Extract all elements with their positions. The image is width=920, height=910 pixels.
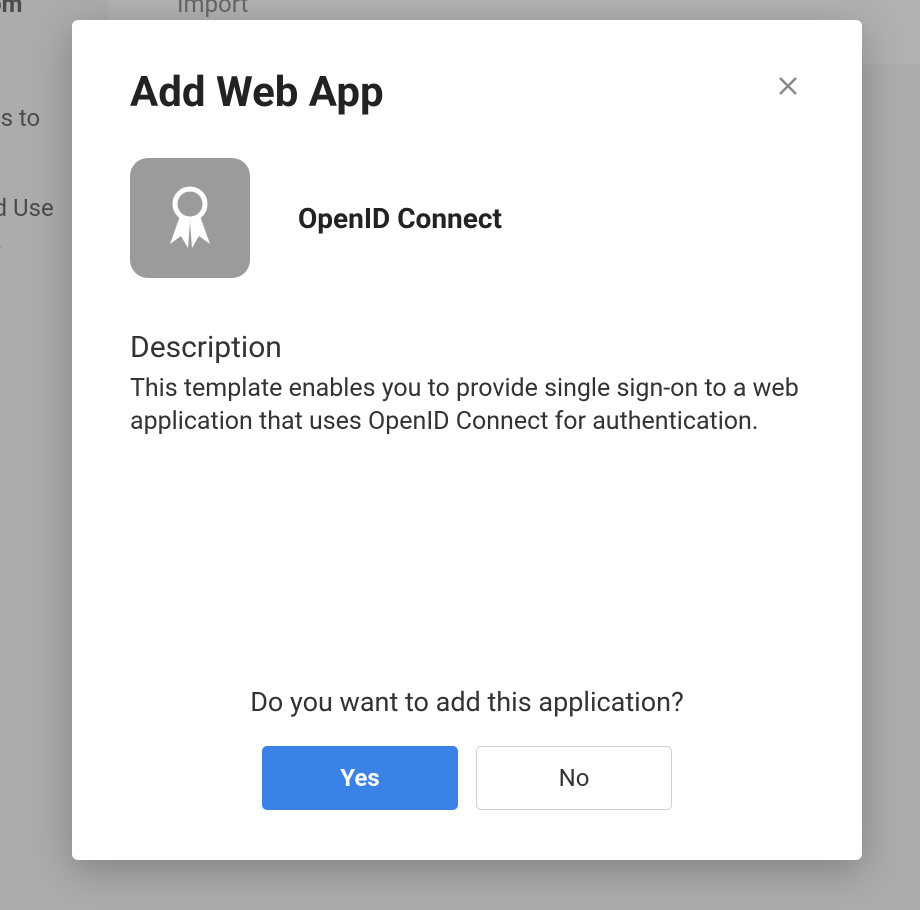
ribbon-award-icon [150, 178, 230, 258]
close-icon [776, 74, 800, 98]
description-body: This template enables you to provide sin… [130, 373, 804, 438]
confirm-question: Do you want to add this application? [130, 686, 804, 718]
no-button[interactable]: No [476, 746, 672, 810]
description-heading: Description [130, 330, 804, 365]
modal-header: Add Web App [130, 70, 804, 116]
yes-button[interactable]: Yes [262, 746, 458, 810]
button-row: Yes No [130, 746, 804, 810]
app-row: OpenID Connect [130, 158, 804, 278]
modal-title: Add Web App [130, 70, 384, 116]
add-web-app-modal: Add Web App OpenID Connect Description T… [72, 20, 862, 860]
modal-overlay[interactable]: Add Web App OpenID Connect Description T… [0, 0, 920, 910]
close-button[interactable] [772, 70, 804, 102]
description-section: Description This template enables you to… [130, 330, 804, 438]
app-icon-container [130, 158, 250, 278]
app-name: OpenID Connect [298, 202, 502, 235]
modal-footer: Do you want to add this application? Yes… [130, 686, 804, 810]
